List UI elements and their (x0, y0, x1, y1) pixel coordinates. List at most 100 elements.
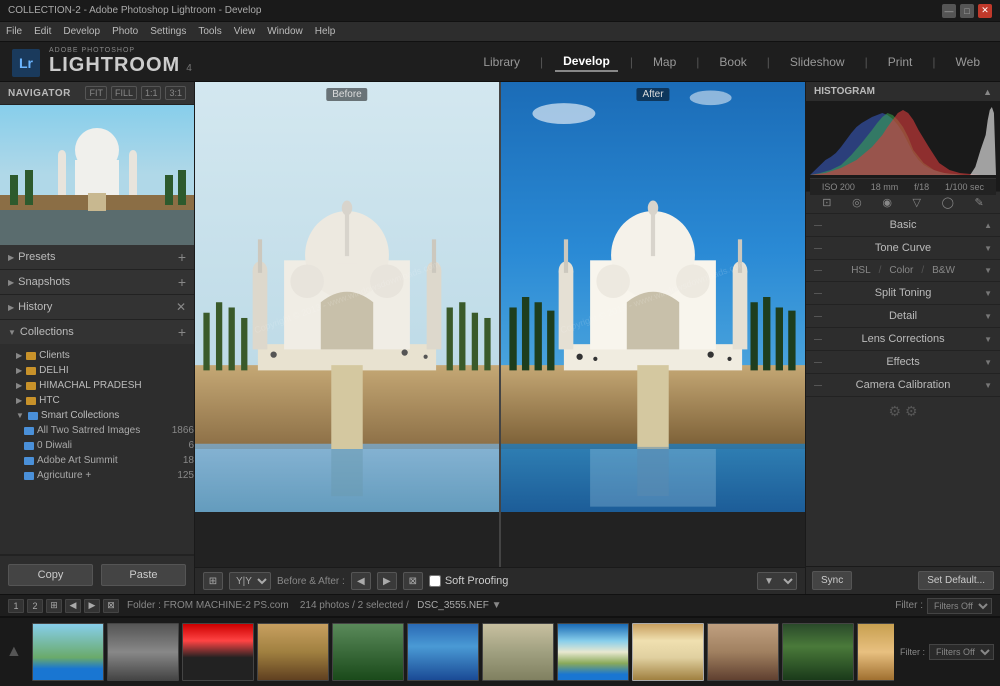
spot-heal-icon[interactable]: ◎ (852, 196, 862, 209)
zoom-fit[interactable]: FIT (85, 86, 107, 100)
collection-item-delhi[interactable]: ▶ DELHI (0, 363, 194, 378)
thumbnail-8[interactable] (557, 623, 629, 681)
grid-view-button[interactable]: ⊞ (203, 572, 223, 590)
paste-button[interactable]: Paste (101, 564, 186, 586)
collection-item-htc[interactable]: ▶ HTC (0, 393, 194, 408)
soft-proof-checkbox[interactable] (429, 575, 441, 587)
menu-edit[interactable]: Edit (34, 26, 51, 37)
basic-header[interactable]: Basic ▲ (806, 214, 1000, 236)
folder-label: Folder : FROM MACHINE-2 PS.com (127, 600, 289, 611)
zoom-select[interactable]: ▼ (757, 572, 797, 590)
nav-map[interactable]: Map (645, 53, 684, 71)
prev-button[interactable]: ◀ (351, 572, 371, 590)
lens-corrections-header[interactable]: Lens Corrections ▼ (806, 328, 1000, 350)
thumbnail-5[interactable] (332, 623, 404, 681)
smart-item-4[interactable]: Agricuture + 125 (0, 468, 194, 483)
zoom-3-1[interactable]: 3:1 (165, 86, 186, 100)
crop-icon[interactable]: ⊡ (822, 196, 831, 209)
collections-header[interactable]: ▼ Collections + (0, 320, 194, 344)
collection-item-himachal[interactable]: ▶ HIMACHAL PRADESH (0, 378, 194, 393)
menu-help[interactable]: Help (315, 26, 336, 37)
navigator-header[interactable]: Navigator FIT FILL 1:1 3:1 (0, 82, 194, 105)
menu-settings[interactable]: Settings (150, 26, 186, 37)
thumbnail-9-active[interactable] (632, 623, 704, 681)
nav-web[interactable]: Web (948, 53, 988, 71)
nav-library[interactable]: Library (475, 53, 528, 71)
effects-title: Effects (886, 356, 919, 368)
snapshots-header[interactable]: ▶ Snapshots + (0, 270, 194, 294)
thumbnail-11[interactable] (782, 623, 854, 681)
next-button[interactable]: ▶ (377, 572, 397, 590)
module-nav: Library | Develop | Map | Book | Slidesh… (475, 52, 988, 72)
minimize-button[interactable]: — (942, 4, 956, 18)
maximize-button[interactable]: □ (960, 4, 974, 18)
hsl-header[interactable]: HSL / Color / B&W ▼ (806, 260, 1000, 281)
snapshots-add-button[interactable]: + (178, 275, 186, 289)
menu-photo[interactable]: Photo (112, 26, 138, 37)
tone-curve-header[interactable]: Tone Curve ▼ (806, 237, 1000, 259)
smart-item-2[interactable]: 0 Diwali 6 (0, 438, 194, 453)
zoom-fill[interactable]: FILL (111, 86, 137, 100)
hsl-tab[interactable]: HSL (851, 265, 870, 276)
sync-button[interactable]: Sync (812, 571, 852, 590)
color-tab[interactable]: Color (889, 265, 913, 276)
nav-book[interactable]: Book (711, 53, 754, 71)
smart-item-1[interactable]: All Two Satrred Images 1866 (0, 423, 194, 438)
thumbnail-12[interactable] (857, 623, 894, 681)
thumbnail-7[interactable] (482, 623, 554, 681)
history-header[interactable]: ▶ History ✕ (0, 295, 194, 319)
page-1-button[interactable]: 1 (8, 599, 24, 613)
nav-print[interactable]: Print (880, 53, 921, 71)
thumbnail-3[interactable] (182, 623, 254, 681)
menu-file[interactable]: File (6, 26, 22, 37)
filmstrip-filter-select[interactable]: Filters Off (929, 644, 994, 660)
menu-develop[interactable]: Develop (63, 26, 100, 37)
prev-nav-button[interactable]: ◀ (65, 599, 81, 613)
redeye-icon[interactable]: ◉ (882, 196, 892, 209)
zoom-1-1[interactable]: 1:1 (141, 86, 162, 100)
filter-select[interactable]: Filters Off (927, 598, 992, 614)
thumbnail-2[interactable] (107, 623, 179, 681)
htc-name: HTC (39, 395, 186, 406)
thumbnail-10[interactable] (707, 623, 779, 681)
collection-item-clients[interactable]: ▶ Clients (0, 348, 194, 363)
copy-button[interactable]: Copy (8, 564, 93, 586)
presets-header[interactable]: ▶ Presets + (0, 245, 194, 269)
filmstrip-collapse-arrow[interactable]: ▲ (6, 643, 22, 661)
close-button[interactable]: ✕ (978, 4, 992, 18)
radial-filter-icon[interactable]: ◯ (942, 196, 954, 209)
compare-nav-button[interactable]: ⊠ (103, 599, 119, 613)
collections-add-button[interactable]: + (178, 325, 186, 339)
compare-button[interactable]: ⊠ (403, 572, 423, 590)
flag-select[interactable]: Y|Y (229, 572, 271, 590)
htc-arrow: ▶ (16, 396, 22, 405)
history-close-button[interactable]: ✕ (176, 300, 186, 314)
soft-proofing-toggle[interactable]: Soft Proofing (429, 575, 509, 587)
tone-curve-title: Tone Curve (875, 242, 931, 254)
collection-item-smart[interactable]: ▼ Smart Collections (0, 408, 194, 423)
graduated-filter-icon[interactable]: ▽ (913, 196, 921, 209)
menu-window[interactable]: Window (267, 26, 303, 37)
camera-calibration-header[interactable]: Camera Calibration ▼ (806, 374, 1000, 396)
presets-arrow: ▶ (8, 253, 14, 262)
menu-view[interactable]: View (234, 26, 256, 37)
next-nav-button[interactable]: ▶ (84, 599, 100, 613)
presets-add-button[interactable]: + (178, 250, 186, 264)
nav-slideshow[interactable]: Slideshow (782, 53, 853, 71)
smart-item-3[interactable]: Adobe Art Summit 18 (0, 453, 194, 468)
filter-info: Filter : Filters Off (895, 598, 992, 614)
menu-tools[interactable]: Tools (198, 26, 221, 37)
set-default-button[interactable]: Set Default... (918, 571, 994, 590)
thumbnail-4[interactable] (257, 623, 329, 681)
grid-button[interactable]: ⊞ (46, 599, 62, 613)
nav-develop[interactable]: Develop (555, 52, 618, 72)
effects-header[interactable]: Effects ▼ (806, 351, 1000, 373)
thumbnail-1[interactable] (32, 623, 104, 681)
bw-tab[interactable]: B&W (932, 265, 955, 276)
detail-header[interactable]: Detail ▼ (806, 305, 1000, 327)
adjustment-brush-icon[interactable]: ✎ (974, 196, 983, 209)
file-dropdown[interactable]: ▼ (492, 600, 502, 611)
page-2-button[interactable]: 2 (27, 599, 43, 613)
split-toning-header[interactable]: Split Toning ▼ (806, 282, 1000, 304)
thumbnail-6[interactable] (407, 623, 479, 681)
